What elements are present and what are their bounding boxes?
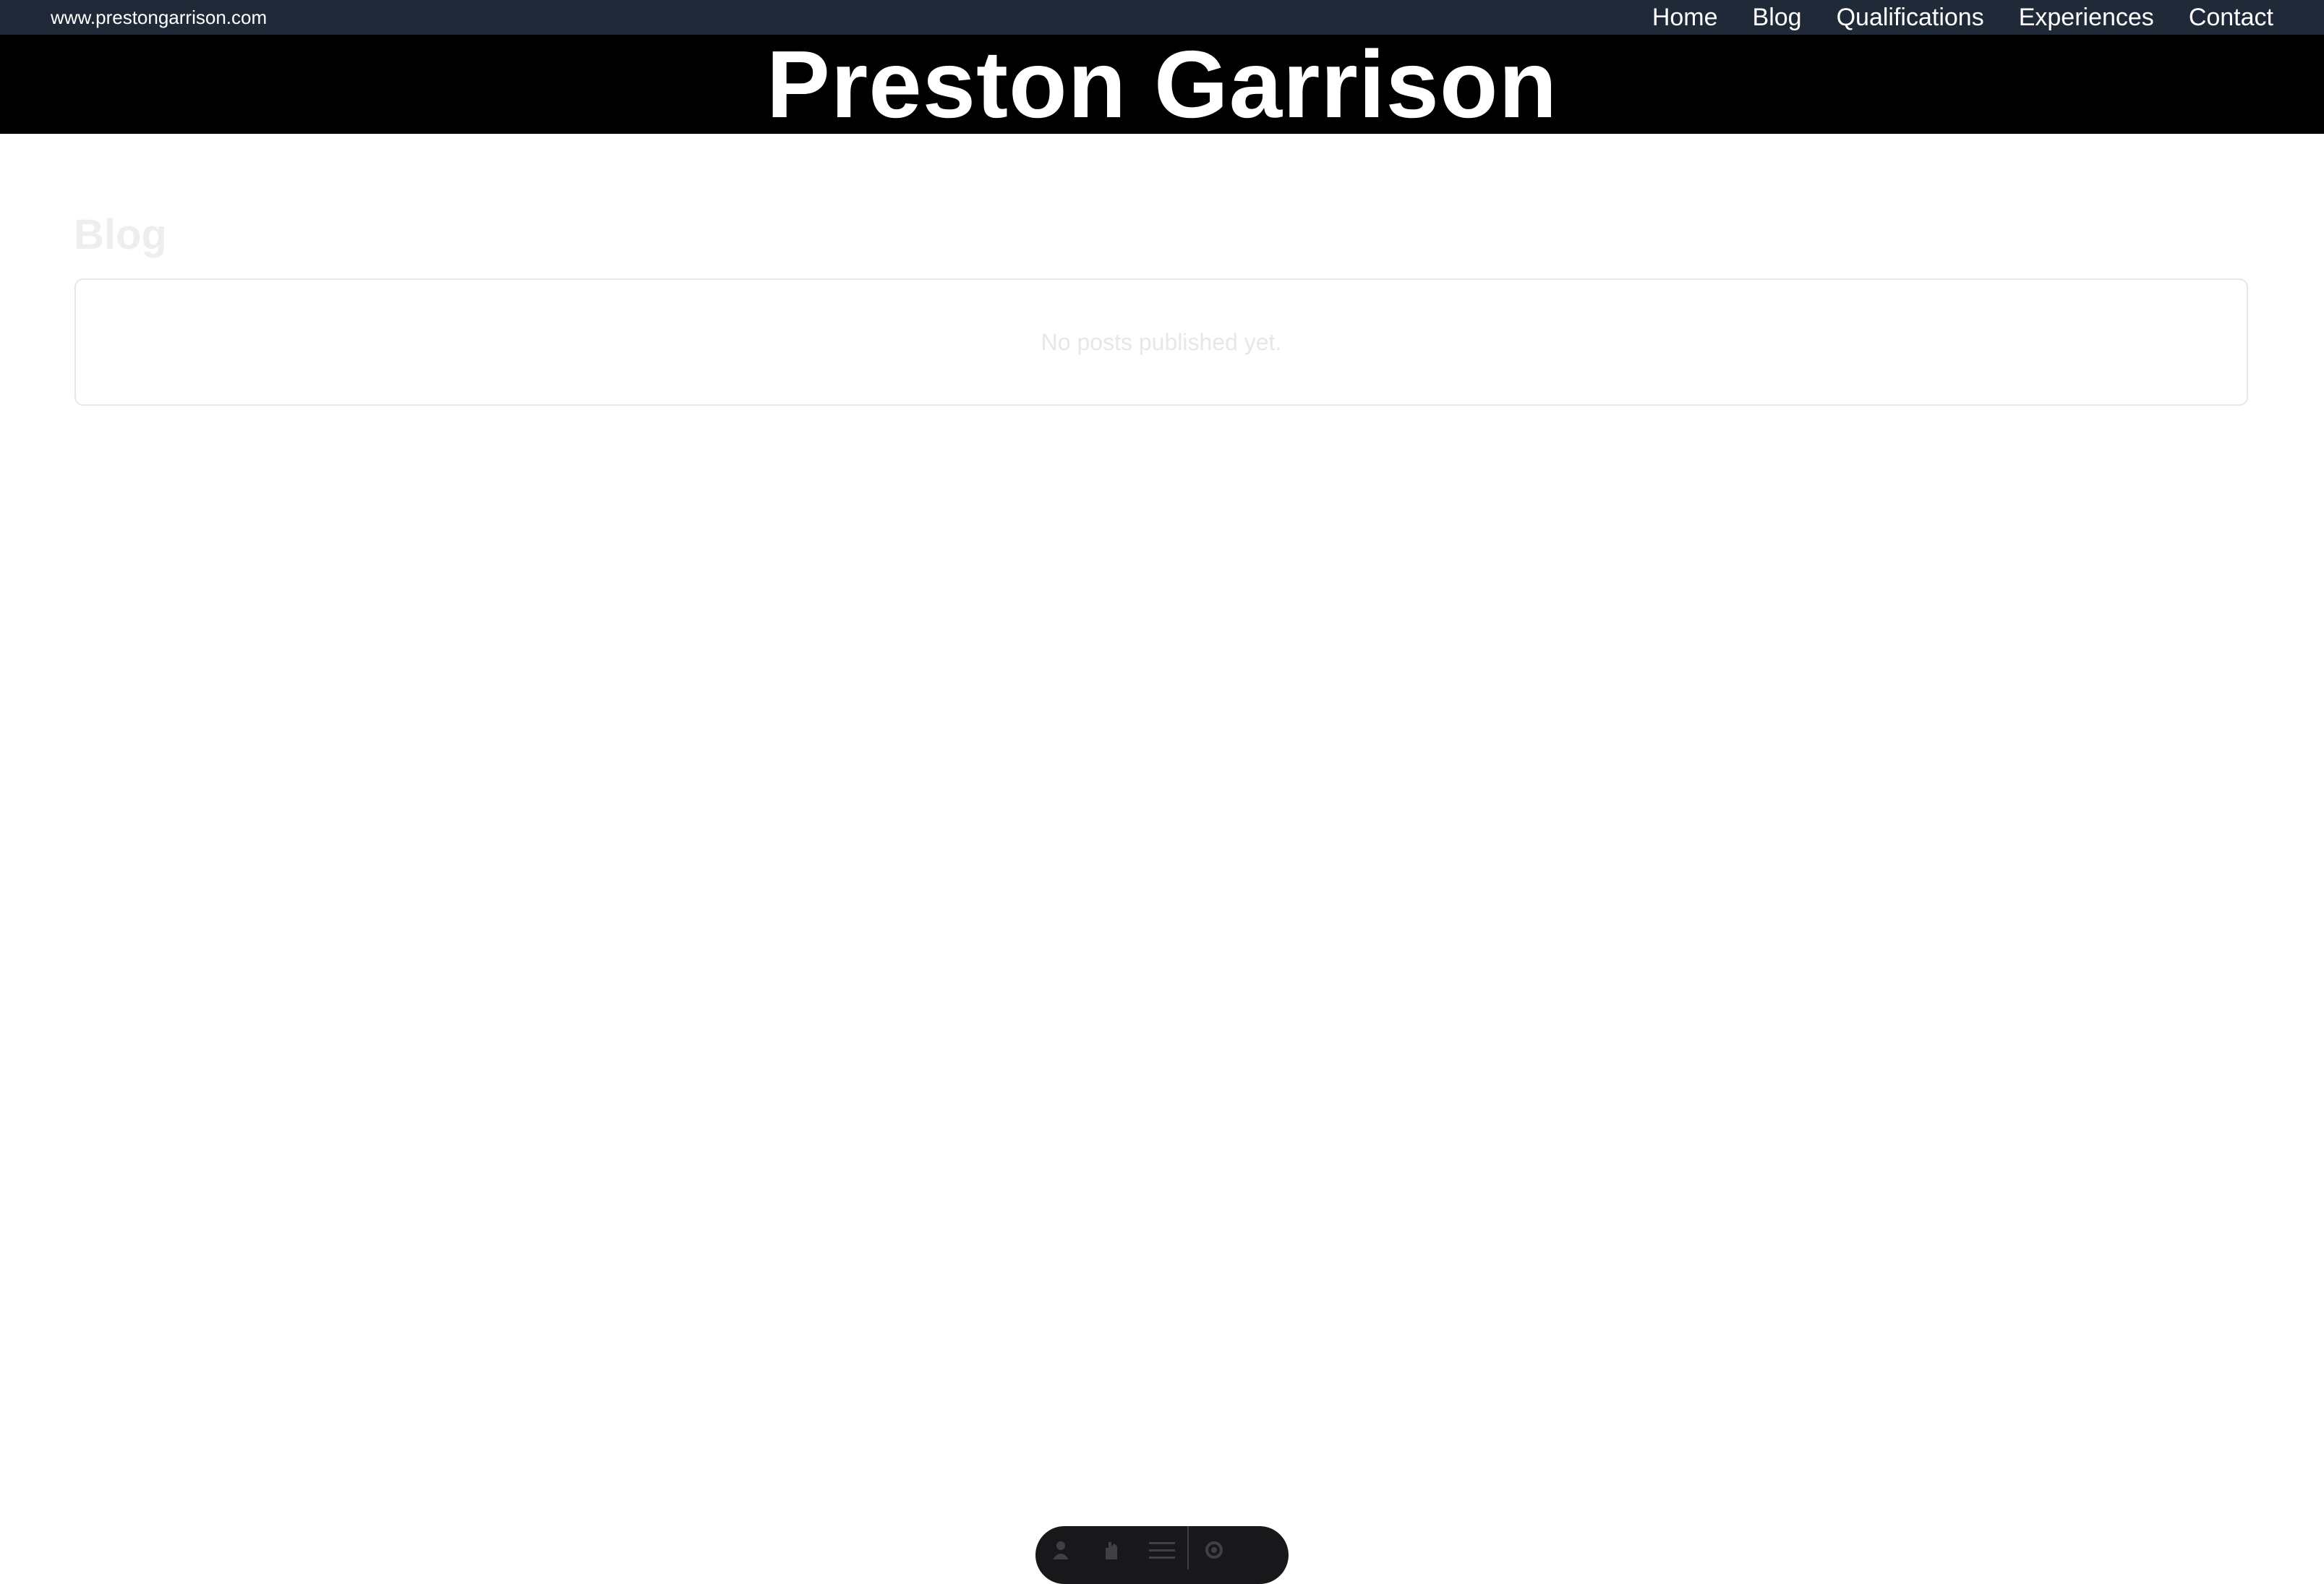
nav-link-experiences[interactable]: Experiences [2019,0,2154,35]
main-nav: Home Blog Qualifications Experiences Con… [1652,0,2273,35]
nav-link-blog[interactable]: Blog [1753,0,1802,35]
menu-icon[interactable] [1137,1539,1187,1568]
nav-link-qualifications[interactable]: Qualifications [1837,0,1984,35]
nav-link-home[interactable]: Home [1652,0,1718,35]
floating-toolbar [1035,1526,1289,1584]
top-bar: www.prestongarrison.com Home Blog Qualif… [0,0,2324,35]
person-icon[interactable] [1035,1539,1086,1568]
page-title: Blog [74,210,167,258]
site-url: www.prestongarrison.com [51,7,268,28]
banner-title: Preston Garrison [766,31,1558,137]
empty-posts-message: No posts published yet. [1041,328,1282,355]
name-banner: Preston Garrison [0,35,2324,134]
gear-icon[interactable] [1189,1539,1239,1568]
posts-list-card: No posts published yet. [74,278,2248,406]
hand-icon[interactable] [1086,1539,1137,1568]
nav-link-contact[interactable]: Contact [2189,0,2273,35]
